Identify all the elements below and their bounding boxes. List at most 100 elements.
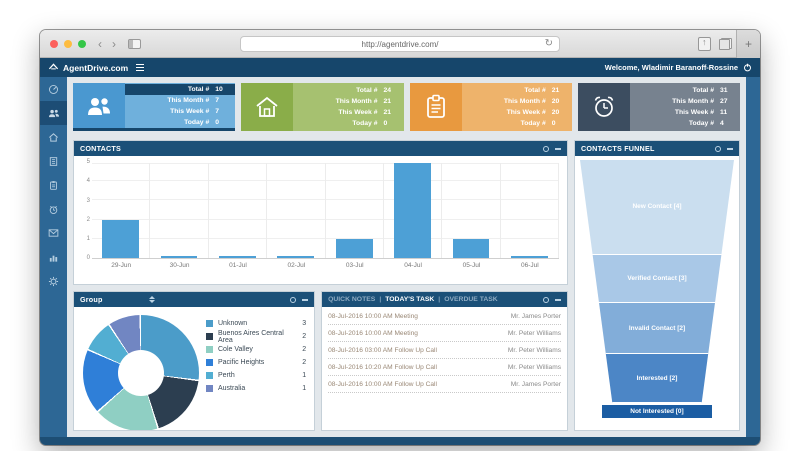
bar[interactable] — [277, 256, 314, 258]
stat-row: This Week #7 — [125, 106, 235, 117]
sidebar-nav — [40, 77, 67, 437]
sidebar-item-companies[interactable] — [40, 149, 67, 173]
group-donut-chart — [80, 311, 202, 426]
agentdrive-logo-icon — [48, 62, 59, 73]
logout-icon[interactable] — [743, 63, 752, 72]
settings-icon[interactable] — [543, 146, 549, 152]
stat-row: Total #24 — [293, 85, 403, 96]
properties-stat-card[interactable]: Total #24 This Month #21 This Week #21 T… — [241, 83, 403, 131]
new-tab-button[interactable]: + — [736, 30, 760, 58]
welcome-text: Welcome, Wladimir Baranoff-Rossine — [605, 63, 738, 72]
bar[interactable] — [511, 256, 548, 258]
alarm-icon — [48, 204, 59, 215]
url-bar[interactable]: http://agentdrive.com/ ↻ — [240, 36, 560, 52]
funnel-stage[interactable]: New Contact [4] — [580, 160, 734, 255]
group-panel: Group — [73, 291, 315, 431]
tab-separator: | — [379, 296, 381, 303]
bar[interactable] — [453, 239, 490, 258]
task-row[interactable]: 08-Jul-2016 10:20 AM Follow Up CallMr. P… — [328, 359, 561, 376]
collapse-icon[interactable] — [555, 148, 561, 150]
legend-item[interactable]: Buenos Aires Central Area2 — [206, 330, 308, 343]
reload-icon[interactable]: ↻ — [545, 38, 553, 49]
legend-item[interactable]: Unknown3 — [206, 317, 308, 330]
sidebar-item-reports[interactable] — [40, 245, 67, 269]
back-button[interactable]: ‹ — [98, 38, 102, 50]
task-row[interactable]: 08-Jul-2016 10:00 AM MeetingMr. Peter Wi… — [328, 325, 561, 342]
stat-row: This Week #20 — [462, 107, 572, 118]
window-controls — [50, 40, 86, 48]
tasks-stat-card[interactable]: Total #21 This Month #20 This Week #20 T… — [410, 83, 572, 131]
sidebar-item-settings[interactable] — [40, 269, 67, 293]
users-icon — [85, 94, 113, 118]
forward-button[interactable]: › — [112, 38, 116, 50]
contacts-bar-chart: 0 1 2 3 4 5 — [74, 156, 567, 284]
sidebar-item-tasks[interactable] — [40, 173, 67, 197]
donut[interactable] — [83, 315, 199, 431]
stat-cards-row: Total #10 This Month #7 This Week #7 Tod… — [73, 83, 740, 134]
clipboard-icon — [425, 94, 447, 120]
bar-column — [209, 163, 267, 258]
tab-quick-notes[interactable]: QUICK NOTES — [328, 296, 375, 303]
group-legend: Unknown3 Buenos Aires Central Area2 Cole… — [206, 311, 308, 426]
stat-row: This Week #11 — [630, 107, 740, 118]
funnel-stage[interactable]: Not Interested [0] — [602, 405, 713, 418]
task-row[interactable]: 08-Jul-2016 10:00 AM MeetingMr. James Po… — [328, 308, 561, 325]
task-row[interactable]: 08-Jul-2016 10:00 AM Follow Up CallMr. J… — [328, 376, 561, 393]
url-text: http://agentdrive.com/ — [362, 40, 439, 49]
bar[interactable] — [394, 163, 431, 258]
stat-row: Total #31 — [630, 85, 740, 96]
settings-icon[interactable] — [290, 297, 296, 303]
stat-row: This Month #20 — [462, 96, 572, 107]
bar[interactable] — [336, 239, 373, 258]
minimize-window-button[interactable] — [64, 40, 72, 48]
alarm-icon — [591, 94, 617, 120]
collapse-icon[interactable] — [727, 148, 733, 150]
legend-item[interactable]: Pacific Heights2 — [206, 356, 308, 369]
bar[interactable] — [219, 256, 256, 258]
page-footer-bar — [40, 437, 760, 445]
funnel-stage[interactable]: Invalid Contact [2] — [580, 303, 734, 354]
tabs-overview-icon[interactable] — [719, 38, 732, 50]
sidebar-item-reminders[interactable] — [40, 197, 67, 221]
bar[interactable] — [102, 220, 139, 258]
dashboard-content: Total #10 This Month #7 This Week #7 Tod… — [67, 77, 746, 437]
brand-name[interactable]: AgentDrive.com — [63, 63, 128, 73]
collapse-icon[interactable] — [555, 299, 561, 301]
settings-icon[interactable] — [543, 297, 549, 303]
contacts-stat-card[interactable]: Total #10 This Month #7 This Week #7 Tod… — [73, 83, 235, 131]
sidebar-item-properties[interactable] — [40, 125, 67, 149]
close-window-button[interactable] — [50, 40, 58, 48]
sidebar-item-email[interactable] — [40, 221, 67, 245]
y-tick: 4 — [80, 178, 90, 184]
task-row[interactable]: 08-Jul-2016 03:00 AM Follow Up CallMr. P… — [328, 342, 561, 359]
settings-icon[interactable] — [715, 146, 721, 152]
sidebar-item-contacts[interactable] — [40, 101, 67, 125]
y-tick: 3 — [80, 198, 90, 204]
browser-window: ‹ › http://agentdrive.com/ ↻ + AgentDri — [40, 30, 760, 445]
tab-todays-task[interactable]: TODAY'S TASK — [385, 296, 434, 303]
tab-overdue-task[interactable]: OVERDUE TASK — [444, 296, 498, 303]
contacts-funnel-chart: New Contact [4] Verified Contact [3] Inv… — [575, 156, 739, 430]
legend-item[interactable]: Australia1 — [206, 382, 308, 395]
users-icon — [48, 108, 60, 119]
legend-item[interactable]: Cole Valley2 — [206, 343, 308, 356]
stat-row: Total #10 — [125, 84, 235, 95]
reminders-stat-card[interactable]: Total #31 This Month #27 This Week #11 T… — [578, 83, 740, 131]
zoom-window-button[interactable] — [78, 40, 86, 48]
sidebar-toggle-icon[interactable] — [128, 39, 141, 49]
legend-item[interactable]: Perth1 — [206, 369, 308, 382]
sort-toggle-icon[interactable] — [149, 296, 155, 303]
stat-row: Today #0 — [462, 118, 572, 129]
share-icon[interactable] — [698, 37, 711, 51]
menu-icon[interactable] — [136, 64, 144, 71]
y-tick: 0 — [80, 255, 90, 261]
sidebar-item-dashboard[interactable] — [40, 77, 67, 101]
bar-column — [92, 163, 150, 258]
building-icon — [48, 156, 59, 167]
funnel-panel-header: CONTACTS FUNNEL — [575, 141, 739, 156]
funnel-stage[interactable]: Interested [2] — [580, 354, 734, 403]
collapse-icon[interactable] — [302, 299, 308, 301]
funnel-stage[interactable]: Verified Contact [3] — [580, 255, 734, 304]
stat-row: This Week #21 — [293, 107, 403, 118]
bar[interactable] — [161, 256, 198, 258]
